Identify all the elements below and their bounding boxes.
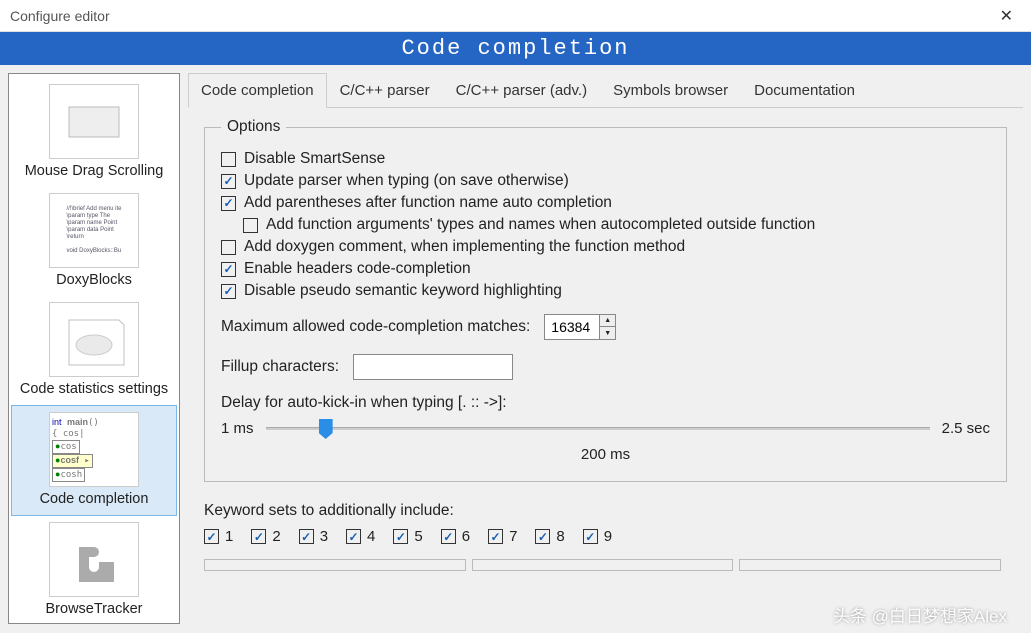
opt-add-parens[interactable]: Add parentheses after function name auto… [221, 194, 990, 212]
checkbox-icon[interactable] [221, 262, 236, 277]
slider-track [266, 427, 930, 430]
keyword-sets-row: 1 2 3 4 5 6 7 8 9 [204, 528, 1007, 545]
fillup-label: Fillup characters: [221, 358, 339, 376]
close-icon[interactable]: ✕ [992, 2, 1021, 30]
slider-thumb[interactable] [319, 419, 333, 439]
checkbox-icon[interactable] [221, 196, 236, 211]
checkbox-icon[interactable] [299, 529, 314, 544]
opt-add-args[interactable]: Add function arguments' types and names … [243, 216, 990, 234]
ks-9[interactable]: 9 [583, 528, 612, 545]
checkbox-icon[interactable] [393, 529, 408, 544]
spin-down-icon[interactable]: ▼ [600, 327, 615, 339]
max-matches-input[interactable] [545, 315, 599, 339]
delay-value: 200 ms [221, 446, 990, 463]
thumb-code-stats [49, 302, 139, 377]
options-fieldset: Options Disable SmartSense Update parser… [204, 118, 1007, 482]
checkbox-icon[interactable] [221, 152, 236, 167]
checkbox-icon[interactable] [221, 240, 236, 255]
ks-7[interactable]: 7 [488, 528, 517, 545]
checkbox-icon[interactable] [583, 529, 598, 544]
delay-slider[interactable] [266, 418, 930, 438]
tab-c-cpp-parser-adv[interactable]: C/C++ parser (adv.) [443, 73, 600, 108]
tab-code-completion[interactable]: Code completion [188, 73, 327, 108]
checkbox-icon[interactable] [346, 529, 361, 544]
fillup-input[interactable] [353, 354, 513, 380]
checkbox-icon[interactable] [243, 218, 258, 233]
checkbox-icon[interactable] [251, 529, 266, 544]
ks-8[interactable]: 8 [535, 528, 564, 545]
checkbox-icon[interactable] [441, 529, 456, 544]
sidebar-item-code-completion[interactable]: int main() { cos| ●cos ●cosf ▸ ●cosh Cod… [11, 405, 177, 516]
sidebar-item-doxyblocks[interactable]: //!\brief Add menu ite\param type The\pa… [9, 187, 179, 296]
keyword-sets-label: Keyword sets to additionally include: [204, 502, 1007, 520]
max-matches-spin[interactable]: ▲▼ [544, 314, 616, 340]
titlebar: Configure editor ✕ [0, 0, 1031, 32]
page-header: Code completion [0, 32, 1031, 65]
opt-enable-headers[interactable]: Enable headers code-completion [221, 260, 990, 278]
checkbox-icon[interactable] [488, 529, 503, 544]
watermark: 头条 @白日梦想家Alex [833, 602, 1007, 627]
tab-c-cpp-parser[interactable]: C/C++ parser [327, 73, 443, 108]
main-panel: Code completion C/C++ parser C/C++ parse… [188, 73, 1023, 624]
delay-max: 2.5 sec [942, 420, 990, 437]
sidebar-item-mouse-drag[interactable]: Mouse Drag Scrolling [9, 78, 179, 187]
max-matches-label: Maximum allowed code-completion matches: [221, 318, 530, 336]
opt-disable-smartsense[interactable]: Disable SmartSense [221, 150, 990, 168]
ks-4[interactable]: 4 [346, 528, 375, 545]
thumb-doxyblocks: //!\brief Add menu ite\param type The\pa… [49, 193, 139, 268]
thumb-browsetracker [49, 522, 139, 597]
ks-2[interactable]: 2 [251, 528, 280, 545]
checkbox-icon[interactable] [204, 529, 219, 544]
checkbox-icon[interactable] [221, 284, 236, 299]
window-title: Configure editor [10, 8, 110, 24]
opt-update-parser[interactable]: Update parser when typing (on save other… [221, 172, 990, 190]
sidebar-item-browsetracker[interactable]: BrowseTracker [9, 516, 179, 624]
sidebar[interactable]: Mouse Drag Scrolling //!\brief Add menu … [8, 73, 180, 624]
checkbox-icon[interactable] [221, 174, 236, 189]
tab-symbols-browser[interactable]: Symbols browser [600, 73, 741, 108]
delay-label: Delay for auto-kick-in when typing [. ::… [221, 394, 990, 412]
tab-documentation[interactable]: Documentation [741, 73, 868, 108]
ks-6[interactable]: 6 [441, 528, 470, 545]
ks-3[interactable]: 3 [299, 528, 328, 545]
opt-add-doxygen[interactable]: Add doxygen comment, when implementing t… [221, 238, 990, 256]
footer-boxes [204, 559, 1007, 577]
sidebar-item-code-stats[interactable]: Code statistics settings [9, 296, 179, 405]
delay-min: 1 ms [221, 420, 254, 437]
ks-5[interactable]: 5 [393, 528, 422, 545]
spin-up-icon[interactable]: ▲ [600, 315, 615, 327]
thumb-mouse-drag [49, 84, 139, 159]
checkbox-icon[interactable] [535, 529, 550, 544]
tab-bar: Code completion C/C++ parser C/C++ parse… [188, 73, 1023, 108]
ks-1[interactable]: 1 [204, 528, 233, 545]
opt-disable-pseudo[interactable]: Disable pseudo semantic keyword highligh… [221, 282, 990, 300]
options-legend: Options [221, 118, 286, 136]
thumb-code-completion: int main() { cos| ●cos ●cosf ▸ ●cosh [49, 412, 139, 487]
